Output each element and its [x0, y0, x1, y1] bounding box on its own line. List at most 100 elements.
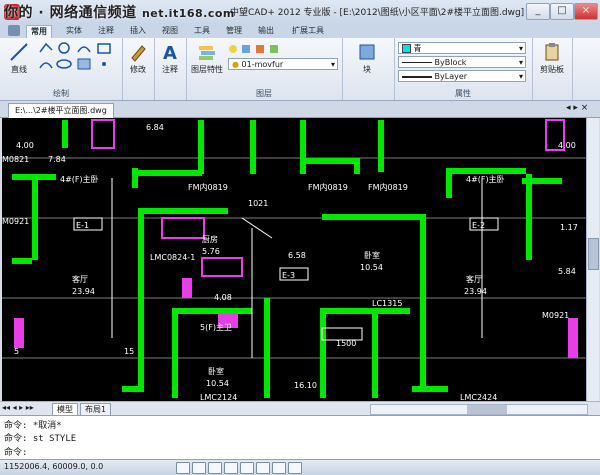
- drawing-label: LC1315: [372, 299, 402, 308]
- drawing-label: 1021: [248, 199, 268, 208]
- chevron-down-icon: ▾: [518, 72, 523, 81]
- drawing-label: 5(F)主卫: [200, 322, 232, 332]
- block-button[interactable]: 块: [354, 42, 380, 75]
- tab-output[interactable]: 输出: [254, 25, 278, 37]
- tab-tools[interactable]: 工具: [190, 25, 214, 37]
- drawing-label: 6.84: [146, 123, 164, 132]
- ribbon-panel: 直线 绘制 修改 A 注释 图层特性 ● 01-movfur ▾ 图层 块 青 …: [0, 38, 600, 101]
- drawing-label: E-1: [76, 221, 89, 230]
- tab-extensions[interactable]: 扩展工具: [288, 25, 328, 37]
- clipboard-icon: [545, 43, 559, 61]
- model-space-icon[interactable]: [288, 462, 302, 474]
- drawing-label: E-3: [282, 271, 295, 280]
- layer-dropdown[interactable]: ● 01-movfur ▾: [228, 58, 338, 70]
- drawing-label: 5.84: [558, 267, 576, 276]
- layer-tools-row: [228, 44, 336, 54]
- watermark-text: 你的 · 网络通信频道 net.it168.com: [4, 5, 235, 21]
- drawing-label: 5: [14, 347, 19, 356]
- chevron-down-icon: ▾: [518, 58, 523, 67]
- ellipse-icon: [56, 59, 72, 69]
- tab-insert[interactable]: 插入: [126, 25, 150, 37]
- command-prompt[interactable]: 命令:: [4, 445, 27, 458]
- hatch-icon: [77, 58, 91, 70]
- maximize-button[interactable]: □: [550, 3, 574, 20]
- walls: [12, 120, 562, 398]
- otrack-icon[interactable]: [256, 462, 270, 474]
- command-window[interactable]: 命令: *取消* 命令: st STYLE 命令:: [0, 415, 600, 460]
- horizontal-scroll-thumb[interactable]: [467, 405, 507, 414]
- polar-icon[interactable]: [224, 462, 238, 474]
- close-button[interactable]: ×: [574, 3, 598, 20]
- drawing-label: LMC2124: [200, 393, 237, 401]
- fixtures: [14, 119, 578, 358]
- rectangle-icon: [97, 43, 111, 54]
- floor-plan[interactable]: 6.84 M0821 4.00 M0921 7.84 4#(F)主卧 E-1 客…: [2, 118, 586, 401]
- annotate-button[interactable]: A 注释: [157, 42, 183, 75]
- window-title: 中望CAD+ 2012 专业版 - [E:\2012\图纸\小区平面\2#楼平立…: [230, 8, 525, 18]
- vertical-scrollbar[interactable]: [586, 118, 599, 401]
- horizontal-scrollbar[interactable]: [370, 404, 588, 415]
- clipboard-group: 剪贴板: [532, 38, 573, 100]
- layout-nav-arrows[interactable]: ◂◂ ◂ ▸ ▸▸: [2, 403, 34, 412]
- doc-nav-arrows[interactable]: ◂ ▸ ×: [566, 103, 588, 113]
- lineweight-toggle-icon[interactable]: [272, 462, 286, 474]
- layers-group: 图层特性 ● 01-movfur ▾ 图层: [186, 38, 343, 100]
- minimize-button[interactable]: _: [526, 3, 550, 20]
- clipboard-button[interactable]: 剪贴板: [536, 42, 568, 75]
- document-tab[interactable]: E:\...\2#楼平立面图.dwg: [8, 103, 114, 118]
- block-label: 块: [363, 65, 371, 74]
- lineweight-dropdown[interactable]: ByLayer ▾: [398, 70, 526, 82]
- draw-group-title: 绘制: [53, 89, 69, 98]
- layer-properties-label: 图层特性: [191, 65, 223, 74]
- snap-icon[interactable]: [176, 462, 190, 474]
- detail-lines: [73, 178, 499, 358]
- color-swatch-icon: [402, 44, 411, 53]
- spline-icon: [39, 62, 53, 69]
- modify-group: 修改: [122, 38, 155, 100]
- drawing-label: FM内0819: [188, 182, 228, 192]
- tab-solid[interactable]: 实体: [62, 25, 86, 37]
- layers-group-title: 图层: [256, 89, 272, 98]
- drawing-label: 4.08: [214, 293, 232, 302]
- tab-view[interactable]: 视图: [158, 25, 182, 37]
- menu-icon[interactable]: [8, 25, 20, 36]
- point-icon: [102, 62, 106, 66]
- title-bar: 你的 · 网络通信频道 net.it168.com 中望CAD+ 2012 专业…: [0, 0, 600, 25]
- draw-tools: [38, 42, 118, 82]
- tab-manage[interactable]: 管理: [222, 25, 246, 37]
- drawing-label: 5.76: [202, 247, 220, 256]
- layer-properties-button[interactable]: 图层特性: [190, 42, 224, 75]
- drawing-label: 卧室: [208, 366, 224, 376]
- grid-icon[interactable]: [192, 462, 206, 474]
- layer-stack-icon: [199, 46, 215, 60]
- drawing-label: 10.54: [360, 263, 383, 272]
- drawing-label: LMC2424: [460, 393, 497, 401]
- room-labels: 6.84 M0821 4.00 M0921 7.84 4#(F)主卧 E-1 客…: [2, 123, 578, 401]
- color-dropdown[interactable]: 青 ▾: [398, 42, 526, 54]
- scroll-thumb[interactable]: [588, 238, 599, 270]
- modify-icon: [131, 45, 146, 62]
- layer-bulb-icon: ●: [232, 60, 239, 69]
- drawing-canvas[interactable]: 6.84 M0821 4.00 M0921 7.84 4#(F)主卧 E-1 客…: [2, 118, 586, 401]
- drawing-label: 4#(F)主卧: [60, 174, 99, 184]
- drawing-label: 15: [124, 347, 134, 356]
- modify-label: 修改: [130, 65, 146, 74]
- drawing-label: 4.00: [16, 141, 34, 150]
- drawing-label: 23.94: [464, 287, 487, 296]
- drawing-label: 1500: [336, 339, 356, 348]
- annotate-group: A 注释: [154, 38, 187, 100]
- drawing-label: 4.00: [558, 141, 576, 150]
- chevron-down-icon: ▾: [330, 60, 335, 69]
- layer-dropdown-value: 01-movfur: [241, 60, 284, 69]
- osnap-icon[interactable]: [240, 462, 254, 474]
- drawing-label: M0921: [542, 311, 569, 320]
- tab-home[interactable]: 常用: [26, 25, 52, 38]
- line-button[interactable]: 直线: [6, 42, 32, 75]
- tab-annotate[interactable]: 注释: [94, 25, 118, 37]
- linetype-dropdown[interactable]: ByBlock ▾: [398, 56, 526, 68]
- modify-button[interactable]: 修改: [125, 42, 151, 75]
- document-tab-bar: E:\...\2#楼平立面图.dwg ◂ ▸ ×: [0, 101, 600, 118]
- layout-tab-bar: ◂◂ ◂ ▸ ▸▸ 模型 布局1: [0, 401, 600, 416]
- ortho-icon[interactable]: [208, 462, 222, 474]
- circle-icon: [58, 42, 70, 54]
